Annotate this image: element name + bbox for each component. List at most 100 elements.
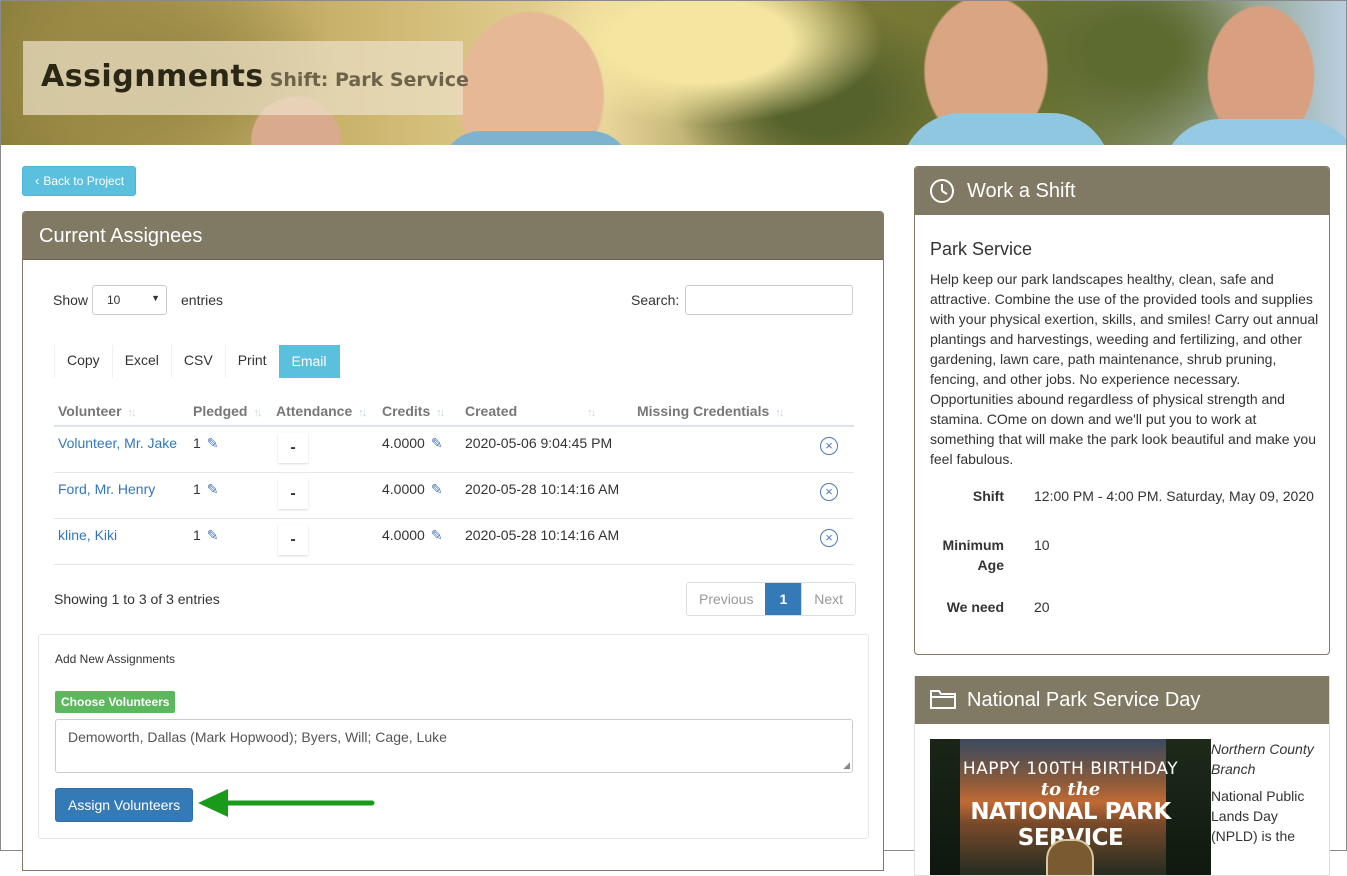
table-row: Ford, Mr. Henry 1 ✎ - 4.0000 ✎ 2020-05-28 … — [54, 472, 854, 519]
page-subtitle: Shift: Park Service — [269, 69, 469, 91]
copy-button[interactable]: Copy — [54, 345, 112, 378]
column-header-actions — [804, 396, 854, 427]
clock-icon — [930, 179, 954, 203]
table-row: kline, Kiki 1 ✎ - 4.0000 ✎ 2020-05-28 10:1… — [54, 518, 854, 565]
volunteer-link[interactable]: Ford, Mr. Henry — [58, 481, 155, 497]
column-header-credits[interactable]: Credits ↑↓ — [378, 396, 461, 427]
work-a-shift-header: Work a Shift — [915, 167, 1329, 215]
image-text-line1: HAPPY 100TH BIRTHDAY — [962, 759, 1179, 779]
banner-photo-shape — [901, 113, 1111, 145]
back-to-project-label: Back to Project — [43, 174, 125, 188]
add-assignments-box: Add New Assignments Choose Volunteers De… — [38, 634, 869, 839]
minimum-age-label: Minimum Age — [942, 537, 1004, 573]
page-title: Assignments — [41, 59, 264, 94]
shift-value: 12:00 PM - 4:00 PM. Saturday, May 09, 20… — [1034, 488, 1314, 504]
selected-volunteers-textarea[interactable]: Demoworth, Dallas (Mark Hopwood); Byers,… — [55, 719, 853, 773]
column-header-volunteer[interactable]: Volunteer ↑↓ — [54, 396, 189, 427]
pencil-icon[interactable]: ✎ — [207, 481, 219, 497]
header-banner: Assignments Shift: Park Service — [1, 1, 1346, 145]
excel-button[interactable]: Excel — [111, 345, 171, 378]
project-title: National Park Service Day — [967, 689, 1201, 711]
credits-value: 4.0000 — [382, 435, 425, 451]
page-title-box: Assignments Shift: Park Service — [23, 41, 469, 115]
we-need-label: We need — [946, 599, 1004, 615]
project-header: National Park Service Day — [915, 676, 1329, 724]
circle-x-icon[interactable]: × — [820, 437, 838, 455]
column-header-missing-credentials[interactable]: Missing Credentials ↑↓ — [633, 396, 804, 427]
pencil-icon[interactable]: ✎ — [207, 435, 219, 451]
assign-volunteers-button[interactable]: Assign Volunteers — [55, 788, 194, 822]
back-to-project-button[interactable]: ‹ Back to Project — [22, 166, 137, 196]
attendance-value[interactable]: - — [278, 525, 308, 555]
next-page-button[interactable]: Next — [801, 583, 856, 615]
pencil-icon[interactable]: ✎ — [207, 527, 219, 543]
table-controls: Show 10 ▼ entries Search: — [53, 285, 853, 317]
previous-page-button[interactable]: Previous — [687, 583, 766, 615]
minimum-age-value: 10 — [1034, 537, 1050, 553]
show-label: Show — [53, 292, 89, 308]
search-label: Search: — [631, 292, 680, 308]
assignees-table: Volunteer ↑↓ Pledged ↑↓ Attendance ↑↓ Credi… — [54, 396, 854, 565]
volunteer-link[interactable]: Volunteer, Mr. Jake — [58, 435, 177, 451]
nps-badge-icon — [1046, 839, 1094, 875]
page-1-button[interactable]: 1 — [765, 583, 802, 615]
print-button[interactable]: Print — [224, 345, 279, 378]
shift-label: Shift — [972, 488, 1004, 504]
email-button[interactable]: Email — [278, 345, 340, 378]
caret-down-icon: ▼ — [151, 293, 160, 303]
sort-icon: ↑↓ — [436, 406, 445, 419]
created-value: 2020-05-28 10:14:16 AM — [465, 526, 620, 543]
pledged-value: 1 — [193, 480, 201, 497]
arrow-left-icon — [198, 789, 375, 817]
search-input[interactable] — [685, 285, 853, 315]
pencil-icon[interactable]: ✎ — [431, 481, 443, 497]
attendance-value[interactable]: - — [278, 433, 308, 463]
pledged-value: 1 — [193, 435, 201, 451]
attendance-value[interactable]: - — [278, 479, 308, 509]
work-a-shift-panel: Work a Shift Park Service Help keep our … — [914, 166, 1330, 655]
circle-x-icon[interactable]: × — [820, 482, 838, 501]
choose-volunteers-button[interactable]: Choose Volunteers — [55, 691, 176, 713]
sort-icon: ↑↓ — [127, 406, 137, 419]
volunteer-link[interactable]: kline, Kiki — [58, 527, 117, 543]
pagination: Previous 1 Next — [686, 582, 857, 616]
pencil-icon[interactable]: ✎ — [431, 435, 443, 451]
credits-value: 4.0000 — [382, 526, 425, 543]
current-assignees-panel: Current Assignees Show 10 ▼ entries Sear… — [22, 211, 884, 871]
entries-label: entries — [181, 292, 224, 308]
table-row: Volunteer, Mr. Jake 1 ✎ - 4.0000 ✎ 2020-05… — [54, 426, 854, 473]
page-length-select[interactable]: 10 ▼ — [92, 285, 167, 315]
project-panel: National Park Service Day HAPPY 100TH BI… — [914, 676, 1330, 876]
created-value: 2020-05-06 9:04:45 PM — [465, 435, 613, 451]
resize-grip-icon[interactable]: ◢ — [843, 760, 850, 771]
project-branch: Northern County Branch — [1211, 741, 1314, 777]
banner-photo-shape — [441, 131, 631, 145]
sort-icon: ↑↓ — [253, 406, 262, 419]
column-header-created[interactable]: Created ↑↓ — [461, 396, 633, 427]
work-a-shift-title: Work a Shift — [967, 180, 1076, 202]
column-header-pledged[interactable]: Pledged ↑↓ — [189, 396, 272, 427]
created-value: 2020-05-28 10:14:16 AM — [465, 480, 620, 497]
sort-icon: ↑↓ — [358, 406, 367, 419]
we-need-value: 20 — [1034, 599, 1050, 615]
sort-icon: ↑↓ — [587, 406, 596, 419]
pledged-value: 1 — [193, 526, 201, 543]
shift-name: Park Service — [930, 239, 1033, 259]
chevron-left-icon: ‹ — [35, 173, 40, 188]
page-length-value: 10 — [107, 293, 121, 307]
column-header-attendance[interactable]: Attendance ↑↓ — [272, 396, 378, 427]
csv-button[interactable]: CSV — [170, 345, 225, 378]
pencil-icon[interactable]: ✎ — [431, 527, 443, 543]
export-button-group: Copy Excel CSV Print Email — [54, 345, 340, 378]
banner-photo-shape — [1161, 119, 1346, 145]
sort-icon: ↑↓ — [775, 406, 784, 419]
add-assignments-title: Add New Assignments — [55, 652, 176, 666]
shift-description: Help keep our park landscapes healthy, c… — [930, 271, 1319, 467]
image-text-line2: to the — [1040, 779, 1101, 800]
table-info: Showing 1 to 3 of 3 entries — [54, 591, 220, 607]
project-image[interactable]: HAPPY 100TH BIRTHDAY to the NATIONAL PAR… — [930, 739, 1211, 875]
project-description: National Public Lands Day (NPLD) is the — [1211, 788, 1305, 844]
current-assignees-title: Current Assignees — [23, 212, 883, 260]
credits-value: 4.0000 — [382, 480, 425, 497]
circle-x-icon[interactable]: × — [820, 528, 838, 547]
